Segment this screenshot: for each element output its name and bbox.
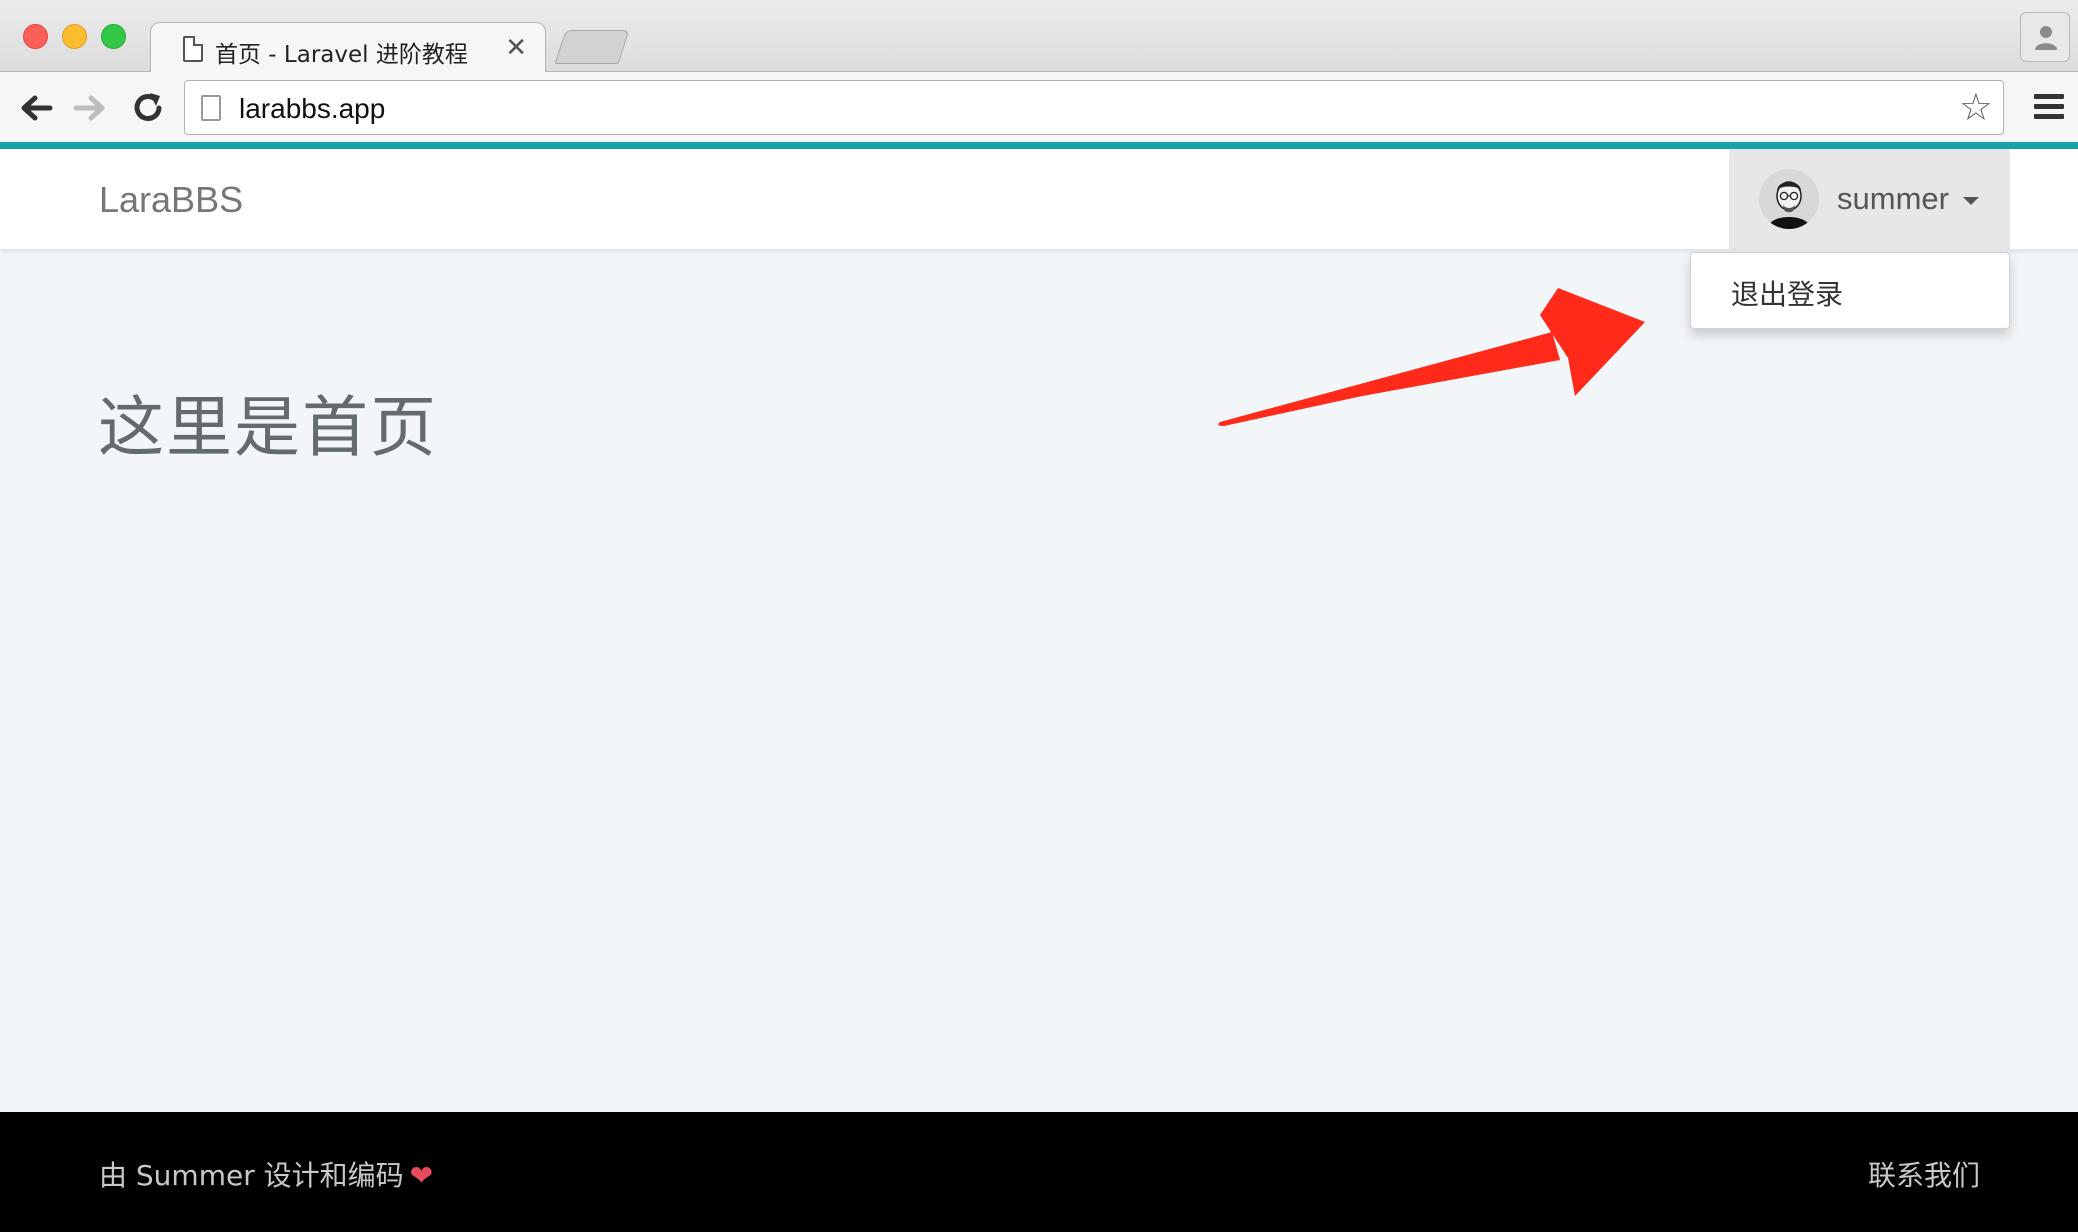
forward-arrow-icon: [73, 95, 105, 121]
hamburger-menu-icon[interactable]: [2034, 94, 2064, 124]
profile-icon: [2035, 26, 2057, 50]
address-bar[interactable]: larabbs.app ☆: [184, 80, 2004, 135]
footer: 由 Summer 设计和编码 ❤ 联系我们: [0, 1112, 2078, 1232]
window-minimize-button[interactable]: [62, 24, 87, 49]
page-title: 这里是首页: [98, 389, 438, 466]
url-text[interactable]: larabbs.app: [239, 93, 385, 125]
forward-button[interactable]: [70, 88, 110, 128]
back-arrow-icon: [21, 95, 53, 121]
user-name: summer: [1837, 181, 1949, 216]
brand-logo[interactable]: LaraBBS: [99, 179, 243, 221]
page-icon: [201, 95, 221, 121]
browser-titlebar: 首页 - Laravel 进阶教程 ✕: [0, 0, 2078, 74]
window-close-button[interactable]: [23, 24, 48, 49]
caret-down-icon: [1963, 197, 1979, 205]
avatar-image: [1759, 169, 1819, 229]
new-tab-button[interactable]: [554, 30, 630, 64]
tab-close-icon[interactable]: ✕: [505, 33, 527, 63]
file-icon: [183, 36, 203, 62]
browser-tab-active[interactable]: 首页 - Laravel 进阶教程 ✕: [150, 22, 546, 74]
logout-menu-item[interactable]: 退出登录: [1731, 273, 1843, 313]
tab-title: 首页 - Laravel 进阶教程: [215, 42, 468, 68]
reload-icon: [134, 93, 162, 121]
user-dropdown-menu: 退出登录: [1690, 252, 2010, 329]
annotation-arrow: [1218, 288, 1645, 426]
avatar: [1759, 169, 1819, 229]
heart-icon: ❤: [409, 1159, 434, 1192]
reload-button[interactable]: [128, 88, 168, 128]
profile-button[interactable]: [2020, 12, 2070, 62]
user-menu-toggle[interactable]: summer: [1729, 149, 2010, 250]
browser-toolbar: larabbs.app ☆: [0, 72, 2078, 142]
app-navbar: LaraBBS summer: [0, 149, 2078, 250]
footer-credit: 由 Summer 设计和编码 ❤: [99, 1154, 433, 1194]
accent-bar: [0, 142, 2078, 149]
back-button[interactable]: [16, 88, 56, 128]
footer-credit-text: 由 Summer 设计和编码: [99, 1159, 404, 1192]
star-icon[interactable]: ☆: [1959, 85, 1993, 129]
contact-us-link[interactable]: 联系我们: [1868, 1154, 1980, 1194]
window-maximize-button[interactable]: [101, 24, 126, 49]
